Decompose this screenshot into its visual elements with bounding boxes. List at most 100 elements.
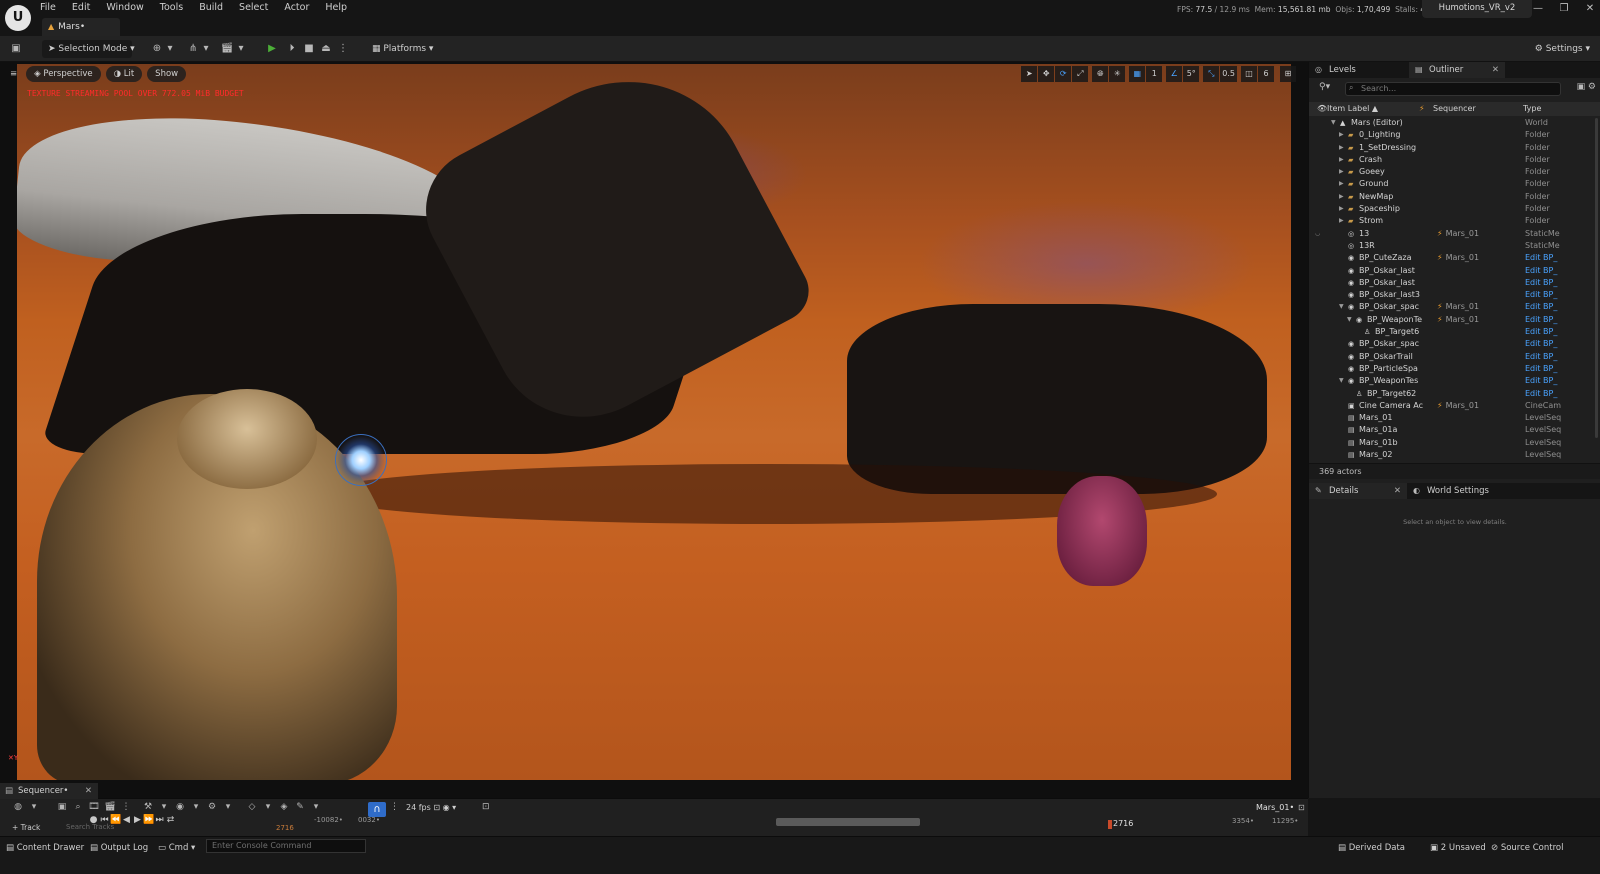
jump-start-icon[interactable]: ⏮ [99,815,110,825]
outliner-row[interactable]: ▶ ▰ 1_SetDressing Folder [1309,142,1600,154]
unreal-logo-icon[interactable]: U [5,5,31,31]
world-icon[interactable]: ◍ [10,802,26,812]
menu-item-help[interactable]: Help [325,1,347,15]
source-control-button[interactable]: ⊘ Source Control [1491,841,1563,855]
chevron-down-icon[interactable]: ▾ [188,802,204,812]
save-icon[interactable]: ▣ [54,802,70,812]
eye-icon[interactable]: ◉ [172,802,188,812]
menu-item-window[interactable]: Window [106,1,143,15]
render-movie-icon[interactable]: 🎞︎ [86,802,102,812]
outliner-row[interactable]: ◉ BP_OskarTrail Edit BP_ [1309,351,1600,363]
viewport-scene[interactable] [17,64,1291,780]
content-drawer-button[interactable]: ▤ Content Drawer [6,841,84,855]
outliner-row[interactable]: ▶ ▰ Goeey Folder [1309,166,1600,178]
outliner-row[interactable]: ▶ ▰ Strom Folder [1309,215,1600,227]
grid-size-value[interactable]: 1 [1146,66,1163,82]
chevron-right-icon[interactable]: ▶ [1339,203,1344,215]
column-item-label[interactable]: Item Label ▲ [1327,102,1378,116]
frame-rate-dropdown[interactable]: 24 fps ⊡ ◉ ▾ [406,803,456,812]
outliner-row[interactable]: ▼ ▲ Mars (Editor) World [1309,117,1600,129]
chevron-down-icon[interactable]: ▾ [156,802,172,812]
loop-icon[interactable]: ⇄ [165,815,176,825]
edit-blueprint-link[interactable]: Edit BP_ [1525,252,1561,264]
project-name-tab[interactable]: Humotions_VR_v2 [1422,0,1532,18]
outliner-row[interactable]: ◉ BP_CuteZaza ⚡ Mars_01 Edit BP_ [1309,252,1600,264]
menu-item-edit[interactable]: Edit [72,1,90,15]
chevron-down-icon[interactable]: ▾ [26,802,42,812]
close-icon[interactable]: ✕ [1492,62,1499,78]
outliner-row[interactable]: ▶ ▰ Crash Folder [1309,154,1600,166]
outliner-scrollbar[interactable] [1595,118,1598,438]
unsaved-button[interactable]: ▣ 2 Unsaved [1430,841,1486,855]
add-content-icon[interactable]: ⊕ [150,42,164,55]
camera-speed-icon[interactable]: ◫ [1241,66,1257,82]
outliner-row[interactable]: ▼ ◉ BP_WeaponTes Edit BP_ [1309,375,1600,387]
chevron-right-icon[interactable]: ▶ [1339,191,1344,203]
close-window-button[interactable]: ✕ [1577,3,1600,14]
outliner-row[interactable]: ▶ ▰ NewMap Folder [1309,191,1600,203]
outliner-row[interactable]: ▤ Mars_02 LevelSeq [1309,449,1600,461]
step-back-icon[interactable]: ⏪ [110,815,121,825]
keyframe-icon[interactable]: ◇ [244,802,260,812]
snap-toggle-icon[interactable]: ∩ [368,802,386,817]
outliner-row[interactable]: ♙ BP_Target62 Edit BP_ [1309,388,1600,400]
more-options-icon[interactable]: ⋮ [390,802,399,812]
edit-blueprint-link[interactable]: Edit BP_ [1525,314,1561,326]
console-command-input[interactable]: Enter Console Command [206,839,366,853]
menu-item-select[interactable]: Select [239,1,268,15]
output-log-button[interactable]: ▤ Output Log [90,841,148,855]
key-settings-icon[interactable]: ⚒ [140,802,156,812]
outliner-row[interactable]: ▼ ◉ BP_WeaponTe ⚡ Mars_01 Edit BP_ [1309,314,1600,326]
rotation-snap-value[interactable]: 5° [1183,66,1200,82]
surface-snap-icon[interactable]: ✳ [1109,66,1126,82]
column-type[interactable]: Type [1523,102,1541,116]
hamburger-menu-icon[interactable]: ≡ [6,66,21,82]
camera-speed-value[interactable]: 6 [1258,66,1274,82]
rotate-tool-icon[interactable]: ⟳ [1055,66,1072,82]
chevron-down-icon[interactable]: ▾ [308,802,324,812]
outliner-row[interactable]: ▤ Mars_01a LevelSeq [1309,424,1600,436]
chevron-right-icon[interactable]: ▶ [1339,154,1344,166]
outliner-row[interactable]: ◡ ◎ 13 ⚡ Mars_01 StaticMe [1309,228,1600,240]
world-space-icon[interactable]: 🌐︎ [1092,66,1109,82]
menu-item-tools[interactable]: Tools [160,1,183,15]
scale-snap-value[interactable]: 0.5 [1220,66,1237,82]
settings-dropdown[interactable]: ⚙ Settings ▾ [1535,40,1590,58]
timeline-scrollbar[interactable] [776,818,920,826]
edit-blueprint-link[interactable]: Edit BP_ [1525,326,1561,338]
outliner-row[interactable]: ▼ ◉ BP_Oskar_spac ⚡ Mars_01 Edit BP_ [1309,301,1600,313]
minimize-button[interactable]: — [1525,3,1551,14]
tab-world-settings[interactable]: ◐ World Settings [1407,483,1527,499]
add-track-button[interactable]: + Track [12,823,40,832]
level-viewport[interactable]: TEXTURE STREAMING POOL OVER 772.05 MiB B… [0,62,1308,798]
sequence-name[interactable]: Mars_01• [1256,803,1294,812]
chevron-down-icon[interactable]: ▼ [1347,314,1352,326]
tab-levels[interactable]: ◎ Levels [1309,62,1409,78]
visibility-eye-icon[interactable]: ◡ [1315,228,1320,240]
edit-blueprint-link[interactable]: Edit BP_ [1525,277,1561,289]
scale-tool-icon[interactable]: ⤢ [1072,66,1089,82]
chevron-right-icon[interactable]: ▶ [1339,142,1344,154]
save-icon[interactable]: ▣ [9,42,23,55]
close-icon[interactable]: ✕ [1394,483,1401,499]
edit-blueprint-link[interactable]: Edit BP_ [1525,338,1561,350]
outliner-row[interactable]: ◉ BP_Oskar_last Edit BP_ [1309,277,1600,289]
menu-item-actor[interactable]: Actor [284,1,309,15]
tab-details[interactable]: ✎ Details ✕ [1309,483,1407,499]
step-icon[interactable]: ⏵ [285,42,299,55]
show-button[interactable]: Show [147,66,187,82]
close-icon[interactable]: ✕ [85,783,92,799]
column-sequencer[interactable]: Sequencer [1433,102,1476,116]
outliner-settings-icon[interactable]: ▣ ⚙ [1577,82,1596,92]
record-icon[interactable]: ● [88,815,99,825]
derived-data-button[interactable]: ▤ Derived Data [1338,841,1405,855]
outliner-row[interactable]: ◉ BP_ParticleSpa Edit BP_ [1309,363,1600,375]
outliner-row[interactable]: ▶ ▰ 0_Lighting Folder [1309,129,1600,141]
more-options-icon[interactable]: ⋮ [118,802,134,812]
select-tool-icon[interactable]: ➤ [1021,66,1038,82]
level-document-tab[interactable]: ▲ Mars• [42,18,120,36]
outliner-search-input[interactable]: Search... [1345,82,1561,96]
outliner-row[interactable]: ♙ BP_Target6 Edit BP_ [1309,326,1600,338]
edit-blueprint-link[interactable]: Edit BP_ [1525,375,1561,387]
play-icon[interactable]: ▶ [132,815,143,825]
